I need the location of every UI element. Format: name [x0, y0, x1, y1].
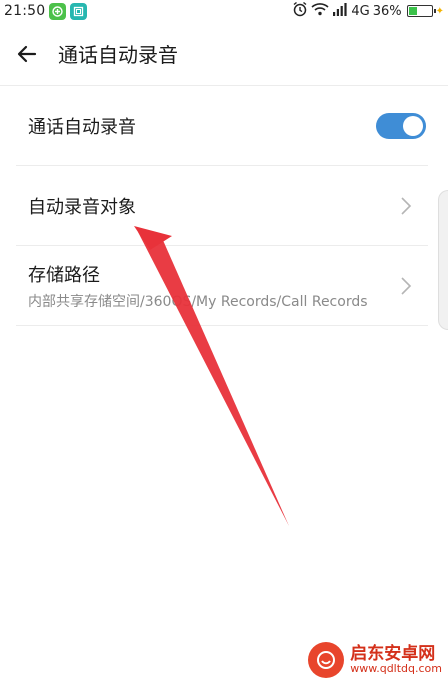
chevron-right-icon	[401, 276, 412, 295]
back-button[interactable]	[0, 22, 54, 86]
app-header: 通话自动录音	[0, 22, 448, 86]
status-left: 21:50	[4, 2, 88, 20]
network-type: 4G	[351, 3, 370, 19]
chevron-right-icon	[401, 196, 412, 215]
auto-record-toggle[interactable]	[376, 112, 426, 139]
settings-list: 通话自动录音 自动录音对象 存储路径 内部共享存储空间/360OS/My Rec…	[0, 86, 448, 326]
page-title: 通话自动录音	[58, 43, 178, 67]
watermark-logo-icon	[308, 642, 345, 678]
signal-icon	[332, 2, 348, 20]
toggle-knob	[403, 115, 423, 136]
green-app-icon	[49, 2, 67, 20]
status-time: 21:50	[4, 3, 46, 19]
record-targets-label: 自动录音对象	[28, 196, 136, 218]
charging-icon: ✦	[435, 5, 444, 17]
back-arrow-icon	[17, 45, 37, 62]
record-targets-row[interactable]: 自动录音对象	[16, 166, 428, 246]
auto-record-row[interactable]: 通话自动录音	[16, 86, 428, 166]
wifi-icon	[311, 2, 329, 20]
storage-path-label: 存储路径	[28, 264, 100, 286]
storage-path-text: 存储路径 内部共享存储空间/360OS/My Records/Call Reco…	[16, 261, 368, 311]
auto-record-label: 通话自动录音	[28, 116, 136, 138]
alarm-icon	[292, 1, 308, 21]
watermark-url: www.qdltdq.com	[350, 662, 442, 676]
status-bar: 21:50 4G 36% ✦	[0, 0, 448, 22]
battery-percent: 36%	[372, 3, 402, 19]
storage-path-value: 内部共享存储空间/360OS/My Records/Call Records	[28, 293, 368, 310]
battery-icon	[406, 5, 436, 17]
battery-fill	[408, 7, 418, 15]
storage-path-row[interactable]: 存储路径 内部共享存储空间/360OS/My Records/Call Reco…	[16, 246, 428, 326]
edge-panel-handle[interactable]	[438, 190, 448, 330]
watermark: 启东安卓网 www.qdltdq.com	[308, 642, 442, 678]
teal-app-icon	[70, 2, 88, 20]
watermark-text: 启东安卓网 www.qdltdq.com	[350, 643, 442, 676]
auto-record-text: 通话自动录音	[16, 113, 136, 139]
status-right: 4G 36% ✦	[292, 1, 444, 21]
record-targets-text: 自动录音对象	[16, 193, 136, 219]
watermark-title: 启东安卓网	[350, 643, 436, 664]
